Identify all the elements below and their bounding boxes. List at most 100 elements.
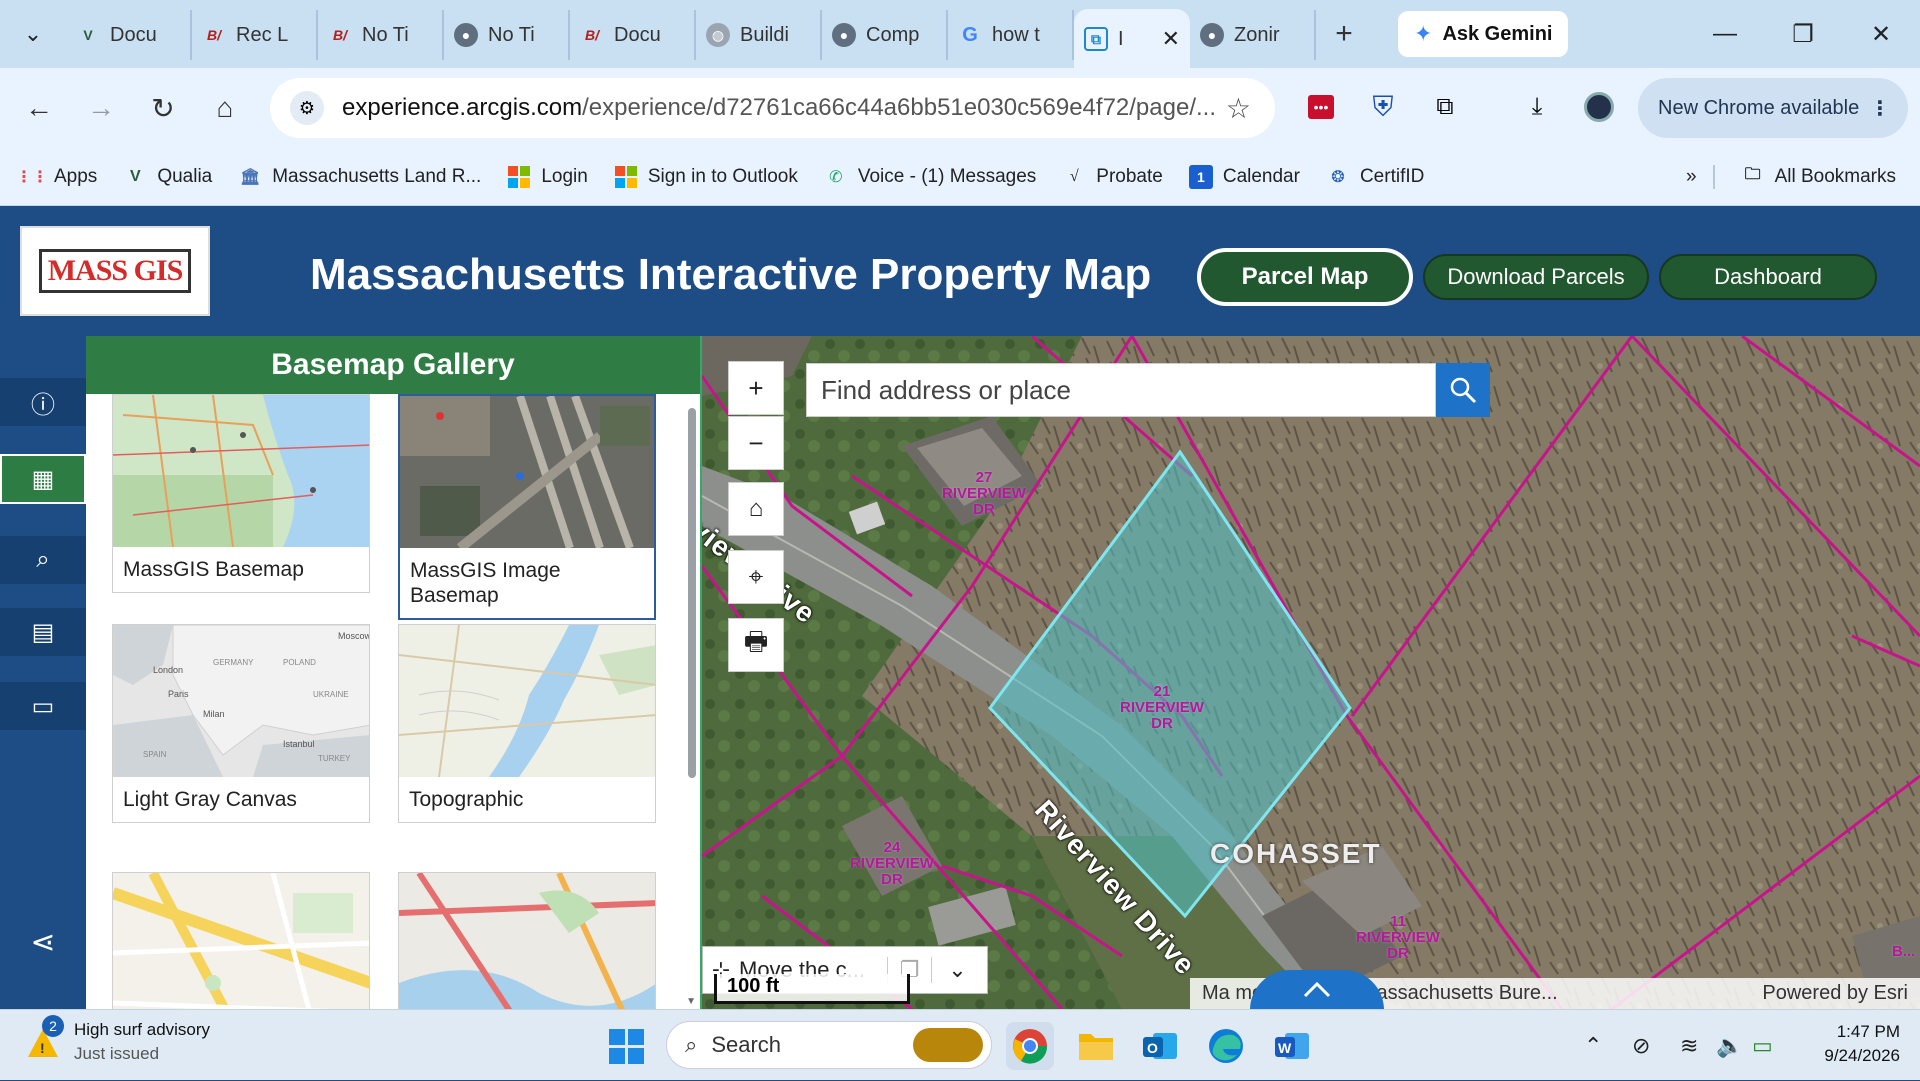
measure-ruler-icon[interactable]: ▤ [0, 608, 86, 656]
basemap-light-gray-canvas[interactable]: London Paris Milan Istanbul Moscow POLAN… [112, 624, 370, 823]
scroll-down-arrow-icon[interactable]: ▼ [686, 996, 696, 1007]
apps-grid-icon: ⋮⋮ [16, 168, 48, 186]
bookmark-qualia[interactable]: V Qualia [123, 165, 212, 189]
browser-tab-active[interactable]: ⧉ I ✕ [1074, 9, 1190, 69]
shield-extension-icon[interactable]: ⛨ [1360, 84, 1406, 130]
bt-icon: B/ [207, 27, 221, 43]
screen-display-icon[interactable]: ▭ [0, 682, 86, 730]
print-icon[interactable]: 🖶 [728, 618, 784, 672]
bookmark-login[interactable]: Login [507, 165, 588, 189]
home-icon[interactable]: ⌂ [194, 77, 256, 139]
basemap-label: Light Gray Canvas [123, 788, 297, 811]
bookmark-mass-land[interactable]: 🏛 Massachusetts Land R... [238, 165, 481, 189]
zoom-in-button[interactable]: + [728, 361, 784, 415]
download-parcels-button[interactable]: Download Parcels [1423, 254, 1649, 300]
chevron-down-icon[interactable]: ⌄ [931, 957, 983, 983]
globe-icon: ● [1200, 23, 1224, 47]
address-bar[interactable]: ⚙ experience.arcgis.com/experience/d7276… [270, 78, 1275, 138]
more-menu-icon[interactable]: ⋮ [1870, 96, 1890, 121]
back-arrow-icon[interactable]: ← [8, 77, 70, 139]
bookmark-calendar[interactable]: 1 Calendar [1188, 164, 1300, 189]
ask-gemini-button[interactable]: ✦ Ask Gemini [1398, 11, 1569, 57]
locate-crosshair-icon[interactable]: ⌖ [728, 550, 784, 604]
parcel-label-27: 27 RIVERVIEW DR [942, 469, 1026, 518]
globe-icon: ● [832, 23, 856, 47]
profile-avatar[interactable] [1576, 84, 1622, 130]
search-button[interactable] [1436, 363, 1490, 417]
reload-icon[interactable]: ↻ [132, 77, 194, 139]
basemap-topographic[interactable]: Topographic [398, 624, 656, 823]
bt-icon: B/ [333, 27, 347, 43]
restore-icon[interactable]: ❐ [1764, 0, 1842, 68]
basemap-massgis[interactable]: MassGIS Basemap [112, 394, 370, 593]
browser-tab[interactable]: V Docu [66, 10, 192, 60]
wifi-icon[interactable]: ≋ [1680, 1010, 1698, 1081]
network-off-icon[interactable]: ⊘ [1632, 1010, 1650, 1081]
info-icon[interactable]: ⓘ [0, 378, 86, 426]
word-app-icon[interactable]: W [1268, 1022, 1316, 1070]
browser-tab[interactable]: ● No Ti [444, 10, 570, 60]
new-chrome-available-button[interactable]: New Chrome available ⋮ [1638, 78, 1908, 138]
bookmark-probate[interactable]: √ Probate [1062, 165, 1163, 189]
taskbar-search[interactable]: ⌕ Search [666, 1021, 992, 1069]
tab-search-chevron-icon[interactable]: ⌄ [0, 0, 66, 68]
dashboard-button[interactable]: Dashboard [1659, 254, 1877, 300]
lastpass-extension-icon[interactable]: ••• [1298, 84, 1344, 130]
parcel-map-button[interactable]: Parcel Map [1197, 248, 1413, 306]
battery-icon[interactable]: ▭ [1752, 1010, 1773, 1081]
all-bookmarks-button[interactable]: 🗀 All Bookmarks [1712, 164, 1896, 189]
system-clock[interactable]: 1:47 PM 9/24/2026 [1800, 1020, 1900, 1068]
minimize-icon[interactable]: — [1686, 0, 1764, 68]
basemap-navigation[interactable] [398, 872, 656, 1009]
volume-icon[interactable]: 🔈 [1716, 1010, 1743, 1081]
browser-tab[interactable]: ● Zonir [1190, 10, 1316, 60]
svg-text:GERMANY: GERMANY [213, 658, 254, 667]
chrome-app-icon[interactable] [1006, 1022, 1054, 1070]
bookmark-star-icon[interactable]: ☆ [1226, 92, 1251, 125]
qualia-icon: V [129, 167, 141, 185]
basemap-gallery-grid-icon[interactable]: ▦ [0, 454, 86, 504]
windows-start-icon[interactable] [602, 1022, 650, 1070]
download-icon[interactable]: ⤓ [1514, 84, 1560, 130]
massgis-logo[interactable]: MASS GIS [20, 226, 210, 316]
site-settings-icon[interactable]: ⚙ [290, 91, 324, 125]
tray-chevron-up-icon[interactable]: ⌃ [1584, 1010, 1602, 1081]
basemap-gallery-panel: Basemap Gallery MassGIS Basemap MassGIS … [86, 336, 702, 1009]
basemap-streets[interactable] [112, 872, 370, 1009]
bookmark-certifid[interactable]: ❂ CertifID [1326, 165, 1424, 189]
layers-search-icon[interactable]: ⌕ [0, 536, 86, 584]
more-bookmarks-chevron-icon[interactable]: » [1686, 166, 1697, 188]
expand-panel-chevron-up-icon[interactable] [1250, 970, 1384, 1009]
forward-arrow-icon[interactable]: → [70, 77, 132, 139]
url-text[interactable]: experience.arcgis.com/experience/d72761c… [342, 94, 1222, 122]
file-explorer-icon[interactable] [1072, 1022, 1120, 1070]
basemap-massgis-image[interactable]: MassGIS Image Basemap [398, 394, 656, 620]
map-view[interactable]: 27 RIVERVIEW DR 21 RIVERVIEW DR 24 RIVER… [702, 336, 1920, 1009]
browser-tab[interactable]: Ghow t [948, 10, 1074, 60]
svg-text:!: ! [40, 1040, 45, 1056]
bookmark-voice[interactable]: ✆ Voice - (1) Messages [824, 165, 1036, 189]
edge-app-icon[interactable] [1202, 1022, 1250, 1070]
share-icon[interactable]: ⋖ [0, 918, 86, 966]
gemini-sparkle-icon: ✦ [1414, 21, 1433, 46]
browser-tab[interactable]: B/No Ti [318, 10, 444, 60]
search-input[interactable]: Find address or place [806, 363, 1436, 417]
panel-scrollbar-thumb[interactable] [688, 408, 696, 778]
bookmark-outlook[interactable]: Sign in to Outlook [614, 165, 798, 189]
bookmark-apps[interactable]: ⋮⋮ Apps [16, 165, 97, 189]
zoom-out-button[interactable]: − [728, 416, 784, 470]
basemap-thumbnail [399, 625, 655, 777]
extensions-puzzle-icon[interactable]: ⧉ [1422, 84, 1468, 130]
google-icon: G [962, 23, 978, 46]
home-extent-icon[interactable]: ⌂ [728, 482, 784, 536]
new-tab-button[interactable]: + [1316, 17, 1372, 51]
outlook-app-icon[interactable]: O [1136, 1022, 1184, 1070]
weather-badge: 2 [42, 1015, 64, 1037]
browser-tab[interactable]: B/Rec L [192, 10, 318, 60]
browser-tab[interactable]: ◍ Buildi [696, 10, 822, 60]
weather-widget[interactable]: ! 2 High surf advisory Just issued [24, 1015, 210, 1066]
browser-tab[interactable]: ● Comp [822, 10, 948, 60]
close-tab-icon[interactable]: ✕ [1162, 26, 1180, 52]
browser-tab[interactable]: B/Docu [570, 10, 696, 60]
close-window-icon[interactable]: ✕ [1842, 0, 1920, 68]
